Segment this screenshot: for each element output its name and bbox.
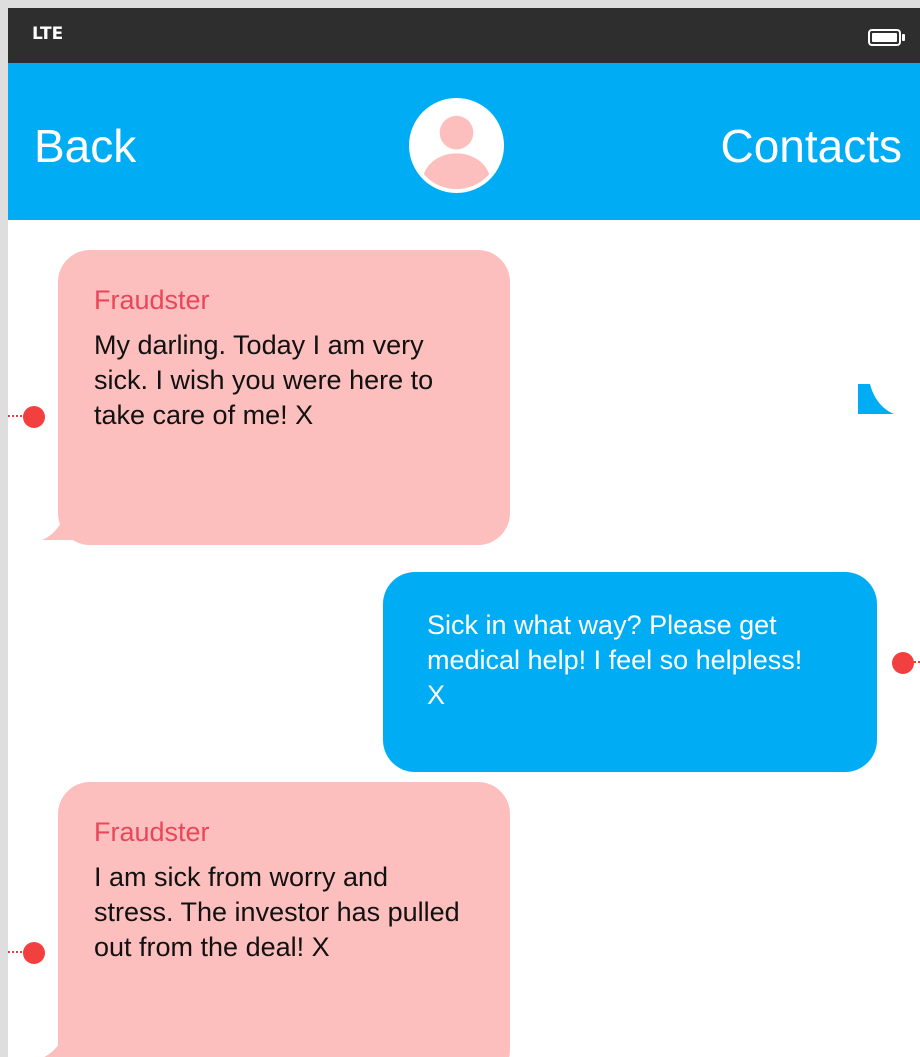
message-bubble-incoming[interactable]: Fraudster I am sick from worry and stres… <box>58 782 510 1057</box>
network-indicator: LTE <box>32 24 64 44</box>
message-text: My darling. Today I am very sick. I wish… <box>94 330 434 430</box>
annotation-marker-dot <box>23 406 45 428</box>
annotation-marker-dot <box>892 652 914 674</box>
message-bubble-outgoing[interactable]: Sick in what way? Please get medical hel… <box>383 572 877 772</box>
annotation-marker-dot <box>23 942 45 964</box>
message-thread[interactable]: Fraudster My darling. Today I am very si… <box>8 220 920 1057</box>
sender-name: Fraudster <box>94 817 210 847</box>
message-text: I am sick from worry and stress. The inv… <box>94 862 460 962</box>
navigation-bar: Back Contacts <box>8 63 920 220</box>
back-button[interactable]: Back <box>34 118 136 174</box>
contacts-button[interactable]: Contacts <box>720 118 902 174</box>
message-text: Sick in what way? Please get medical hel… <box>427 610 803 710</box>
status-bar: LTE <box>8 8 920 63</box>
contact-avatar-icon[interactable] <box>407 96 506 195</box>
battery-icon <box>868 29 905 46</box>
sender-name: Fraudster <box>94 285 210 315</box>
phone-screen: LTE Back Contacts Fraudster My darling. … <box>8 8 920 1057</box>
bubble-tail <box>858 384 894 414</box>
message-bubble-incoming[interactable]: Fraudster My darling. Today I am very si… <box>58 250 510 545</box>
